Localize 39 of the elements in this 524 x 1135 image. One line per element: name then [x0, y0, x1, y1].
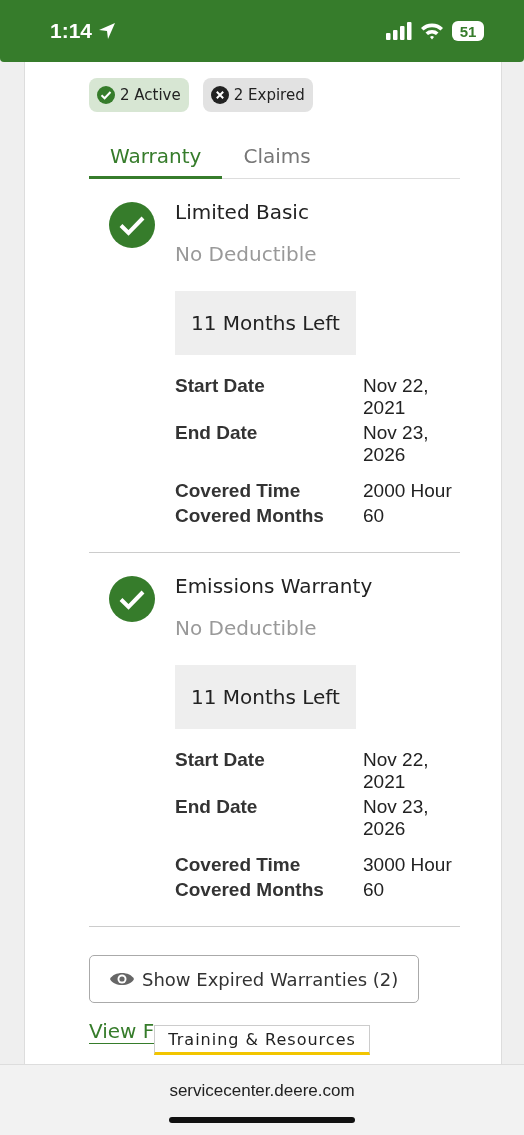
detail-label: Covered Months — [175, 879, 325, 901]
detail-value: Nov 22, 2021 — [363, 749, 430, 793]
detail-value: Nov 22, 2021 — [363, 375, 430, 419]
warranty-name: Limited Basic — [175, 199, 310, 225]
warranty-name: Emissions Warranty — [175, 573, 374, 599]
detail-value: 2000 Hour — [363, 480, 453, 502]
clock-time: 1:14 — [50, 19, 93, 43]
detail-label: Covered Time — [175, 854, 302, 876]
detail-value: 60 — [363, 505, 386, 527]
check-circle-icon — [97, 86, 115, 104]
months-left-box: 11 Months Left — [175, 291, 356, 355]
deductible-text: No Deductible — [175, 241, 318, 267]
x-circle-icon — [210, 86, 229, 104]
url-text[interactable]: servicecenter.deere.com — [169, 1081, 355, 1101]
detail-label: End Date — [175, 422, 259, 445]
show-expired-button[interactable]: Show Expired Warranties (2) — [89, 955, 420, 1003]
detail-label: Start Date — [175, 375, 266, 398]
detail-value: Nov 23, 2026 — [363, 796, 430, 840]
detail-label: Start Date — [175, 749, 266, 772]
tab[interactable]: Warranty — [89, 140, 223, 179]
signal-icon — [386, 22, 412, 40]
detail-value: Nov 23, 2026 — [363, 422, 430, 466]
detail-label: Covered Time — [175, 480, 302, 502]
tab[interactable]: Claims — [222, 140, 332, 179]
detail-label: Covered Months — [175, 505, 325, 527]
months-left-box: 11 Months Left — [175, 665, 356, 729]
eye-icon — [110, 971, 134, 987]
deductible-text: No Deductible — [175, 615, 318, 641]
tooltip-tab[interactable]: Training & Resources — [154, 1025, 370, 1055]
detail-value: 60 — [363, 879, 386, 901]
wifi-icon — [420, 22, 444, 40]
status-chip: 2 Active — [89, 78, 189, 112]
check-circle-icon — [109, 202, 155, 248]
status-chip: 2 Expired — [202, 78, 313, 112]
detail-value: 3000 Hour — [363, 854, 453, 876]
location-arrow-icon — [98, 22, 117, 40]
detail-label: End Date — [175, 796, 259, 819]
battery-indicator: 51 — [452, 21, 484, 41]
check-circle-icon — [109, 576, 155, 622]
